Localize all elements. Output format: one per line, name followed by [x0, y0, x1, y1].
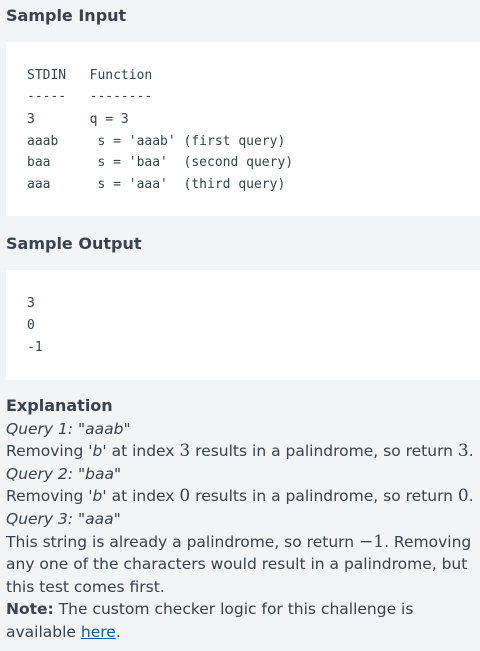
code-line: -1	[27, 340, 43, 355]
code-line: 0	[27, 318, 35, 333]
sample-output-heading: Sample Output	[6, 234, 142, 253]
query-2-label: Query 2: "baa"	[6, 464, 122, 483]
code-line: ----- --------	[27, 89, 153, 104]
explanation-heading: Explanation	[6, 396, 113, 415]
query-1-label: Query 1: "aaab"	[6, 419, 131, 438]
query-1-text: Removing 'b' at index 3 results in a pal…	[6, 441, 474, 462]
code-line: STDIN Function	[27, 68, 153, 83]
sample-input-heading: Sample Input	[6, 6, 127, 25]
sample-input-block: STDIN Function ----- -------- 3 q = 3 aa…	[6, 42, 480, 216]
checker-logic-link[interactable]: here	[81, 623, 116, 641]
note-text: Note: The custom checker logic for this …	[6, 600, 414, 641]
sample-output-block: 3 0 -1	[6, 270, 480, 380]
explanation-section: Explanation Query 1: "aaab" Removing 'b'…	[6, 395, 478, 644]
code-line: aaab s = 'aaab' (first query)	[27, 134, 286, 149]
code-line: 3 q = 3	[27, 112, 129, 127]
query-3-text: This string is already a palindrome, so …	[6, 531, 472, 596]
code-line: baa s = 'baa' (second query)	[27, 155, 294, 170]
code-line: aaa s = 'aaa' (third query)	[27, 177, 286, 192]
query-3-label: Query 3: "aaa"	[6, 509, 121, 528]
code-line: 3	[27, 296, 35, 311]
query-2-text: Removing 'b' at index 0 results in a pal…	[6, 486, 474, 507]
